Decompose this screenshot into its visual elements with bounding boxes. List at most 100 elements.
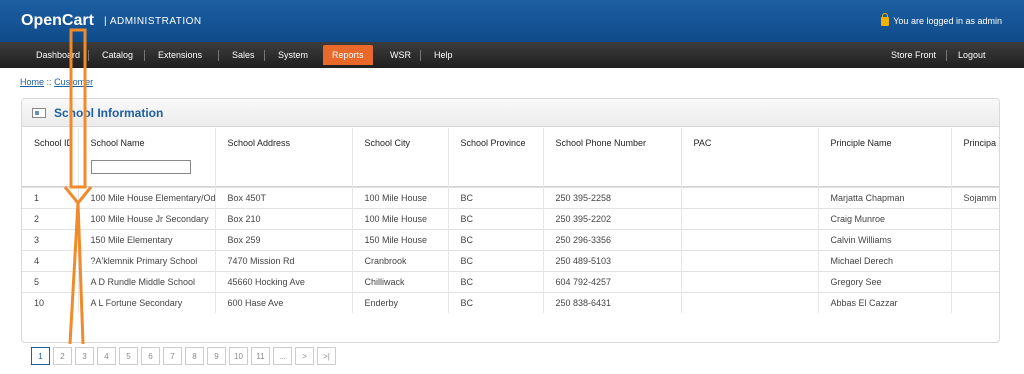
cell [951,291,999,313]
cell: BC [448,228,544,250]
cell: Box 450T [215,186,353,208]
menu-system[interactable]: System [272,48,314,62]
page-link-6[interactable]: 6 [141,347,160,365]
menu-divider [946,50,947,61]
lock-icon [881,12,890,26]
col-school-address[interactable]: School Address [215,128,353,186]
table-row[interactable]: 3 150 Mile Elementary Box 259 150 Mile H… [22,228,999,250]
col-school-name-label[interactable]: School Name [91,138,145,148]
menu-divider [218,50,219,61]
page-link-11[interactable]: 11 [251,347,270,365]
col-school-city[interactable]: School City [352,128,449,186]
cell: 250 489-5103 [543,249,682,271]
cell [681,207,819,229]
panel-header: School Information [22,99,999,127]
col-pac[interactable]: PAC [681,128,819,186]
menu-reports[interactable]: Reports [323,45,373,65]
cell: BC [448,249,544,271]
col-school-phone[interactable]: School Phone Number [543,128,682,186]
table-row[interactable]: 5 A D Rundle Middle School 45660 Hocking… [22,270,999,292]
menu-store-front[interactable]: Store Front [885,48,942,62]
table-row[interactable]: 4 ?A'klemnik Primary School 7470 Mission… [22,249,999,271]
cell: 100 Mile House [352,207,449,229]
cell [681,291,819,313]
pagination: 1 2 3 4 5 6 7 8 9 10 11 ... > >| [31,347,336,365]
page-link-3[interactable]: 3 [75,347,94,365]
menu-help[interactable]: Help [428,48,459,62]
cell: Sojamm [951,186,999,208]
col-school-province[interactable]: School Province [448,128,544,186]
cell: 250 395-2258 [543,186,682,208]
menu-catalog[interactable]: Catalog [96,48,139,62]
col-school-id[interactable]: School ID [22,128,79,186]
cell: 150 Mile Elementary [78,228,216,250]
main-menu: Dashboard Catalog Extensions Sales Syste… [0,42,1024,68]
cell: 45660 Hocking Ave [215,270,353,292]
page-link-5[interactable]: 5 [119,347,138,365]
menu-divider [144,50,145,61]
menu-extensions[interactable]: Extensions [152,48,208,62]
cell: Abbas El Cazzar [818,291,952,313]
panel-title: School Information [54,106,164,120]
cell [681,186,819,208]
table-row[interactable]: 2 100 Mile House Jr Secondary Box 210 10… [22,207,999,229]
col-principa[interactable]: Principa [951,128,999,186]
col-principle-name[interactable]: Principle Name [818,128,952,186]
menu-divider [88,50,89,61]
page-link-2[interactable]: 2 [53,347,72,365]
opencart-logo[interactable]: OpenCart [21,12,94,30]
col-school-name[interactable]: School Name [78,128,216,186]
page-link-4[interactable]: 4 [97,347,116,365]
table-row[interactable]: 1 100 Mile House Elementary/Od Box 450T … [22,186,999,208]
login-status-text: You are logged in as admin [893,16,1002,26]
cell: 100 Mile House Elementary/Od [78,186,216,208]
cell: Cranbrook [352,249,449,271]
page-link-8[interactable]: 8 [185,347,204,365]
page: { "header": { "logo": "OpenCart", "subti… [0,0,1024,374]
cell: Chilliwack [352,270,449,292]
cell [951,228,999,250]
page-link-10[interactable]: 10 [229,347,248,365]
menu-logout[interactable]: Logout [952,48,992,62]
cell [951,207,999,229]
admin-subtitle: | ADMINISTRATION [104,16,202,27]
cell [951,270,999,292]
school-table: School ID School Name School Address Sch… [22,128,999,313]
cell: Marjatta Chapman [818,186,952,208]
cell: 250 395-2202 [543,207,682,229]
menu-dashboard[interactable]: Dashboard [30,48,86,62]
page-link-7[interactable]: 7 [163,347,182,365]
cell [681,228,819,250]
school-name-filter-input[interactable] [90,160,191,174]
cell: 604 792-4257 [543,270,682,292]
menu-sales[interactable]: Sales [226,48,261,62]
page-link-9[interactable]: 9 [207,347,226,365]
cell: A L Fortune Secondary [78,291,216,313]
cell: 250 296-3356 [543,228,682,250]
breadcrumb-home[interactable]: Home [20,77,44,87]
page-link-1[interactable]: 1 [31,347,50,365]
cell: 250 838-6431 [543,291,682,313]
login-status: You are logged in as admin [881,12,1002,26]
cell: 100 Mile House [352,186,449,208]
cell: BC [448,207,544,229]
menu-divider [264,50,265,61]
cell: 5 [22,270,79,292]
cell: ?A'klemnik Primary School [78,249,216,271]
cell: Michael Derech [818,249,952,271]
cell: 1 [22,186,79,208]
page-last[interactable]: >| [317,347,336,365]
cell: Box 210 [215,207,353,229]
cell: BC [448,291,544,313]
cell: A D Rundle Middle School [78,270,216,292]
menu-wsr[interactable]: WSR [384,48,417,62]
cell: 7470 Mission Rd [215,249,353,271]
cell [681,249,819,271]
cell: 2 [22,207,79,229]
cell: 150 Mile House [352,228,449,250]
report-icon [32,108,46,118]
table-row[interactable]: 10 A L Fortune Secondary 600 Hase Ave En… [22,291,999,313]
page-ellipsis: ... [273,347,292,365]
page-next[interactable]: > [295,347,314,365]
breadcrumb-customer[interactable]: Customer [54,77,93,87]
